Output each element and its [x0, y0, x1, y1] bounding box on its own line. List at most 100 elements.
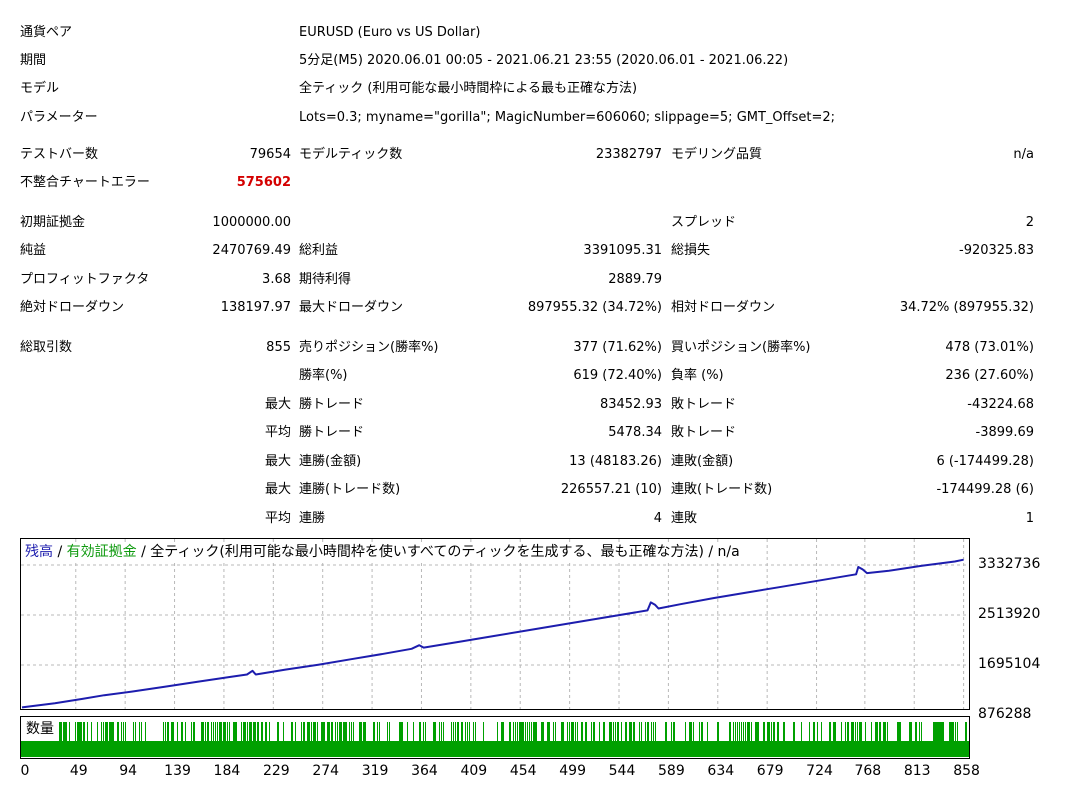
consecutive-wins-money-label: 連勝(金額) — [299, 454, 362, 469]
profit-factor-value: 3.68 — [262, 272, 291, 287]
relative-drawdown-value: 34.72% (897955.32) — [899, 300, 1034, 315]
volume-bar — [647, 722, 649, 741]
loss-trades-value: 236 (27.60%) — [945, 368, 1034, 383]
legend-separator: / — [53, 544, 67, 560]
volume-bar — [561, 722, 563, 741]
volume-bar — [571, 722, 573, 741]
volume-bar — [59, 722, 61, 741]
volume-bar — [943, 722, 944, 741]
model-value: 全ティック (利用可能な最小時間枠による最も正確な方法) — [299, 81, 638, 96]
volume-bar — [847, 722, 849, 741]
volume-bar — [549, 722, 550, 741]
volume-bar — [301, 722, 302, 741]
volume-bar — [483, 722, 484, 741]
volume-bar — [117, 722, 119, 741]
volume-bar — [139, 722, 140, 741]
volume-bar — [879, 722, 881, 741]
volume-bar — [733, 722, 734, 741]
volume-bar — [113, 722, 114, 741]
volume-bar — [855, 722, 856, 741]
consecutive-wins-money-value: 13 (48183.26) — [569, 454, 662, 469]
volume-bar — [363, 722, 365, 741]
volume-bar — [757, 722, 759, 741]
volume-bar — [295, 722, 296, 741]
volume-bar — [939, 722, 941, 741]
volume-bar — [103, 722, 104, 741]
volume-bar — [105, 722, 107, 741]
gross-profit-value: 3391095.31 — [583, 243, 662, 258]
volume-bar — [69, 722, 70, 741]
average-consecutive-wins-value: 4 — [653, 511, 662, 526]
volume-bar — [933, 722, 935, 741]
absolute-drawdown-label: 絶対ドローダウン — [20, 300, 125, 315]
volume-bar — [621, 722, 622, 741]
consecutive-loss-count-value: -174499.28 (6) — [936, 482, 1034, 497]
volume-bar — [433, 722, 435, 741]
legend-equity: 有効証拠金 — [66, 544, 137, 560]
average-consecutive-label: 平均 — [264, 511, 291, 526]
volume-bar — [165, 722, 166, 741]
volume-bar — [769, 722, 770, 741]
volume-bar — [191, 722, 192, 741]
maximal-label: 最大 — [264, 482, 291, 497]
volume-bar — [735, 722, 736, 741]
volume-bar — [87, 722, 88, 741]
volume-bar — [265, 722, 267, 741]
volume-bar — [693, 722, 694, 741]
short-positions-value: 377 (71.62%) — [573, 340, 662, 355]
x-tick-label: 679 — [756, 763, 784, 779]
average-loss-value: -3899.69 — [975, 425, 1034, 440]
volume-bar — [317, 722, 318, 741]
volume-bar — [501, 722, 503, 741]
volume-bar — [283, 722, 284, 741]
volume-bar — [245, 722, 246, 741]
test-bars-value: 79654 — [249, 147, 291, 162]
volume-bar — [65, 722, 67, 741]
volume-bar — [439, 722, 440, 741]
volume-bar — [359, 722, 361, 741]
volume-bar — [247, 722, 248, 741]
average-consecutive-losses-value: 1 — [1025, 511, 1034, 526]
balance-series-line — [21, 558, 964, 709]
volume-bar — [707, 722, 708, 741]
maximum-label: 最大 — [264, 454, 291, 469]
volume-bar — [101, 722, 102, 741]
volume-bar — [205, 722, 206, 741]
gross-loss-value: -920325.83 — [959, 243, 1034, 258]
volume-bar — [229, 722, 230, 741]
volume-bar — [651, 722, 652, 741]
volume-bar — [953, 722, 954, 741]
volume-bar — [631, 722, 632, 741]
volume-bar — [251, 722, 252, 741]
x-tick-label: 589 — [658, 763, 685, 779]
volume-bar — [457, 722, 459, 741]
balance-chart: 残高 / 有効証拠金 / 全ティック(利用可能な最小時間枠を使いすべてのティック… — [20, 538, 970, 710]
volume-bar — [633, 722, 635, 741]
volume-bar — [717, 722, 719, 741]
volume-bar — [655, 722, 656, 741]
volume-bar — [535, 722, 537, 741]
volume-bar — [443, 722, 444, 741]
volume-bar — [763, 722, 765, 741]
absolute-drawdown-value: 138197.97 — [220, 300, 291, 315]
volume-bar — [591, 722, 592, 741]
consecutive-losses-money-label: 連敗(金額) — [671, 454, 734, 469]
volume-bar — [407, 722, 408, 741]
volume-bar — [503, 722, 504, 741]
volume-bar — [207, 722, 209, 741]
volume-bar — [611, 722, 612, 741]
volume-bar — [887, 722, 888, 741]
volume-bar — [337, 722, 338, 741]
volume-bar — [853, 722, 854, 741]
volume-bar — [77, 722, 79, 741]
volume-bar — [639, 722, 640, 741]
average-consecutive-wins-label: 連勝 — [299, 511, 326, 526]
volume-bar — [63, 722, 65, 741]
volume-bar — [777, 722, 779, 741]
x-tick-label: 139 — [164, 763, 191, 779]
volume-bar — [547, 722, 549, 741]
volume-bar — [523, 722, 524, 741]
x-tick-label: 184 — [213, 763, 241, 779]
volume-bar — [653, 722, 654, 741]
volume-bar — [513, 722, 514, 741]
